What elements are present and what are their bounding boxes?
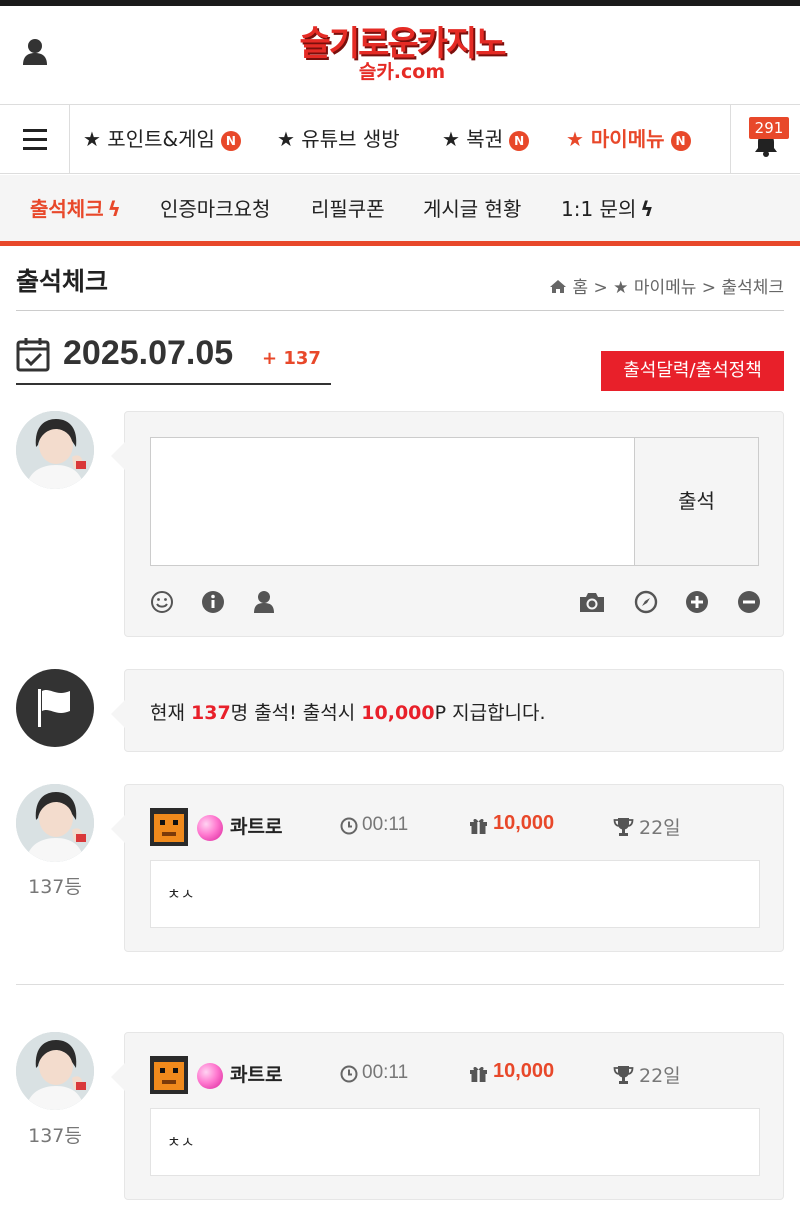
calendar-check-icon	[16, 338, 50, 372]
nav-item-my-menu[interactable]: ★ 마이메뉴 N	[566, 125, 691, 153]
user-icon[interactable]	[22, 38, 48, 66]
entry-comment: ㅊㅅ	[150, 860, 760, 928]
attendance-count-plus: + 137	[262, 348, 321, 369]
subnav-post-status[interactable]: 게시글 현황	[423, 195, 521, 223]
clock-icon	[340, 1065, 358, 1083]
page-title: 출석체크	[16, 267, 109, 296]
entry-nickname[interactable]: 콰트로	[230, 1060, 282, 1087]
subnav-inquiry[interactable]: 1:1 문의 ϟ	[561, 195, 654, 223]
notice-suffix: P 지급합니다.	[434, 702, 546, 724]
subnav-attendance[interactable]: 출석체크 ϟ	[30, 195, 121, 223]
level-icon	[150, 1056, 188, 1094]
trophy-icon	[613, 1066, 634, 1084]
avatar	[16, 411, 94, 489]
logo-sub-text: 슬카.com	[358, 61, 446, 83]
main-nav: ★ 포인트&게임 N ★ 유튜브 생방 ★ 복권 N ★ 마이메뉴 N 291	[0, 104, 800, 174]
notice-text: 현재 137명 출석! 출석시 10,000P 지급합니다.	[150, 698, 546, 725]
site-logo[interactable]: 슬기로운카지노 슬카.com	[286, 24, 518, 90]
nav-item-lottery[interactable]: ★ 복권 N	[442, 125, 530, 153]
info-icon[interactable]	[201, 590, 225, 614]
entry-days: 22일	[639, 1065, 681, 1087]
new-badge: N	[670, 130, 691, 151]
clock-icon	[340, 817, 358, 835]
entry-points: 10,000	[493, 812, 555, 834]
home-icon[interactable]	[549, 279, 567, 294]
title-divider	[16, 310, 784, 311]
star-icon: ★	[566, 127, 584, 151]
smile-icon[interactable]	[150, 590, 174, 614]
entry-time: 00:11	[362, 1062, 409, 1083]
entry-header: 콰트로 00:11 10,000 22일	[150, 808, 760, 846]
attendance-notice: 현재 137명 출석! 출석시 10,000P 지급합니다.	[111, 669, 784, 752]
subnav-label: 리필쿠폰	[311, 197, 385, 221]
bolt-icon: ϟ	[107, 197, 121, 221]
gem-icon	[197, 815, 223, 841]
logo-main-text: 슬기로운카지노	[299, 24, 507, 64]
menu-icon[interactable]	[0, 105, 70, 173]
breadcrumb: 홈 > ★ 마이메뉴 > 출석체크	[549, 273, 784, 298]
entry-days: 22일	[639, 817, 681, 839]
entry-points: 10,000	[493, 1060, 555, 1082]
attendance-date: 2025.07.05	[63, 334, 234, 372]
entry-comment: ㅊㅅ	[150, 1108, 760, 1176]
star-icon: ★	[442, 127, 460, 151]
subnav-label: 출석체크	[30, 197, 104, 221]
breadcrumb-text[interactable]: 홈 > ★ 마이메뉴 > 출석체크	[572, 278, 784, 298]
new-badge: N	[509, 130, 530, 151]
minus-circle-icon[interactable]	[737, 590, 761, 614]
nav-item-label: 마이메뉴	[590, 127, 665, 151]
notice-prefix: 현재	[150, 702, 191, 724]
comment-input[interactable]	[150, 437, 635, 566]
entry-nickname[interactable]: 콰트로	[230, 812, 282, 839]
entry-time: 00:11	[362, 814, 409, 835]
gift-icon	[470, 1066, 487, 1082]
entry-rank: 137등	[28, 1125, 82, 1147]
attendance-entry: 콰트로 00:11 10,000 22일 ㅊㅅ	[111, 784, 784, 952]
user-small-icon[interactable]	[252, 590, 276, 614]
nav-item-youtube-live[interactable]: ★ 유튜브 생방	[277, 125, 400, 153]
notice-middle: 명 출석! 출석시	[230, 702, 362, 724]
entry-divider	[16, 984, 784, 985]
star-icon: ★	[83, 127, 101, 151]
attendance-calendar-button[interactable]: 출석달력/출석정책	[601, 351, 784, 391]
site-header: 슬기로운카지노 슬카.com	[0, 6, 800, 104]
entry-rank: 137등	[28, 876, 82, 898]
attendance-date-block: 2025.07.05 + 137	[16, 334, 331, 385]
notifications-button[interactable]: 291	[730, 105, 800, 173]
new-badge: N	[220, 130, 241, 151]
subnav-accent-line	[0, 241, 800, 246]
flag-icon	[16, 669, 94, 747]
notice-count: 137	[191, 702, 231, 724]
notification-count: 291	[749, 117, 789, 139]
gift-icon	[470, 818, 487, 834]
trophy-icon	[613, 818, 634, 836]
camera-icon[interactable]	[578, 590, 606, 614]
subnav-refill-coupon[interactable]: 리필쿠폰	[311, 195, 385, 223]
nav-item-label: 포인트&게임	[107, 127, 215, 151]
attendance-entry: 콰트로 00:11 10,000 22일 ㅊㅅ	[111, 1032, 784, 1200]
gem-icon	[197, 1063, 223, 1089]
entry-header: 콰트로 00:11 10,000 22일	[150, 1056, 760, 1094]
subnav-cert-mark-request[interactable]: 인증마크요청	[160, 195, 270, 223]
compass-icon[interactable]	[634, 590, 658, 614]
subnav-label: 게시글 현황	[423, 197, 522, 221]
notice-points: 10,000	[361, 702, 435, 724]
avatar[interactable]	[16, 1032, 94, 1110]
subnav-label: 1:1 문의	[561, 197, 637, 221]
bolt-icon: ϟ	[640, 197, 654, 221]
avatar[interactable]	[16, 784, 94, 862]
star-icon: ★	[277, 127, 295, 151]
sub-nav: 출석체크 ϟ 인증마크요청 리필쿠폰 게시글 현황 1:1 문의 ϟ	[0, 175, 800, 241]
plus-circle-icon[interactable]	[685, 590, 709, 614]
nav-item-label: 복권	[466, 127, 504, 151]
nav-item-points-games[interactable]: ★ 포인트&게임 N	[83, 125, 241, 153]
level-icon	[150, 808, 188, 846]
attendance-form: 출석	[111, 411, 784, 637]
nav-item-label: 유튜브 생방	[301, 127, 400, 151]
attendance-submit-button[interactable]: 출석	[634, 437, 759, 566]
subnav-label: 인증마크요청	[160, 197, 271, 221]
main-nav-items: ★ 포인트&게임 N ★ 유튜브 생방 ★ 복권 N ★ 마이메뉴 N	[70, 105, 730, 173]
